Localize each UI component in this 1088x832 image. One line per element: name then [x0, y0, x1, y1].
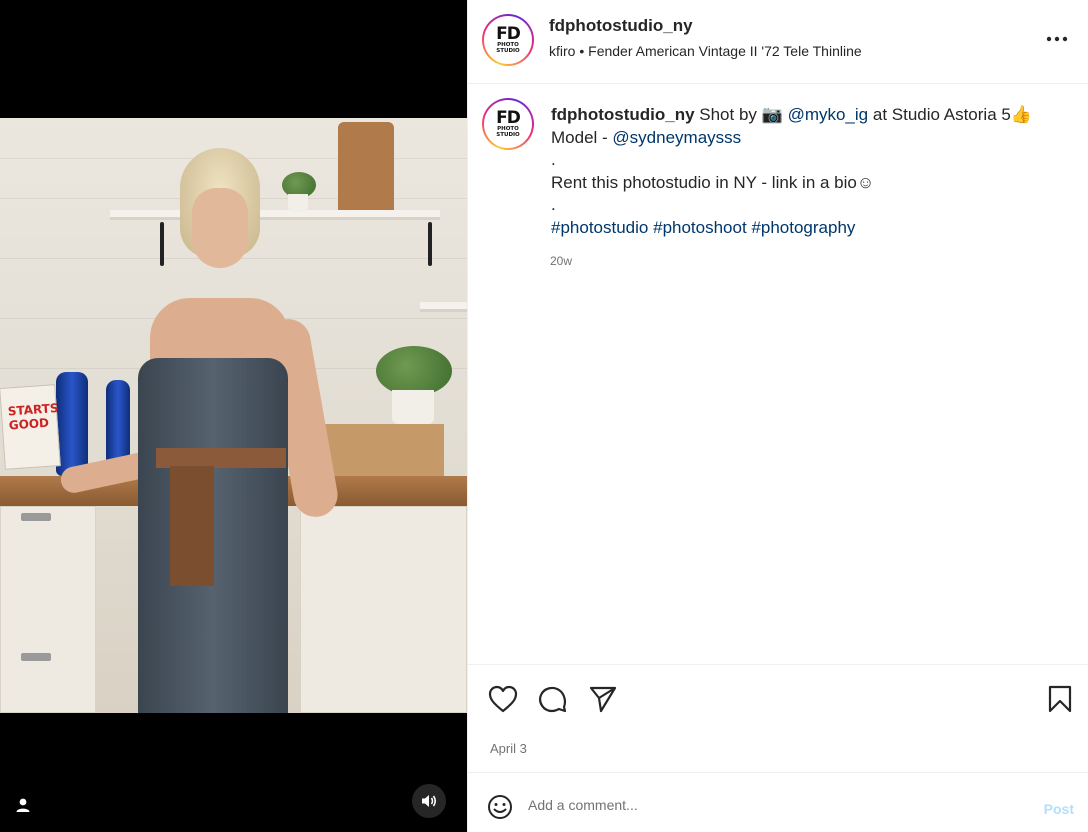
comment-button[interactable]	[537, 683, 569, 715]
comment-input[interactable]	[528, 791, 1028, 819]
header-username[interactable]: fdphotostudio_ny	[549, 16, 693, 36]
model-figure	[58, 148, 360, 713]
shelf-bracket	[428, 222, 432, 266]
save-button[interactable]	[1044, 683, 1076, 715]
post-date[interactable]: April 3	[490, 741, 527, 756]
comment-bar: Post	[468, 772, 1088, 832]
audio-separator: •	[579, 43, 585, 59]
plant-pot	[392, 390, 434, 424]
cookbook: STARTS GOOD	[0, 384, 61, 470]
cookbook-title: STARTS GOOD	[7, 400, 59, 433]
caption-avatar[interactable]: FD PHOTO STUDIO	[482, 98, 534, 150]
bookmark-icon	[1048, 685, 1072, 713]
instagram-post-modal: STARTS GOOD FD PHOTO STUDIO fdphotostudi…	[0, 0, 1088, 832]
heart-icon	[488, 685, 518, 713]
profile-avatar[interactable]: FD PHOTO STUDIO	[482, 14, 534, 66]
thumbs-up-emoji: 👍	[1010, 105, 1033, 124]
share-button[interactable]	[587, 683, 619, 715]
apron-pocket	[170, 466, 214, 586]
post-side-panel: FD PHOTO STUDIO fdphotostudio_ny kfiro •…	[467, 0, 1088, 832]
face	[192, 188, 248, 268]
mention-link[interactable]: @sydneymaysss	[612, 128, 741, 147]
send-icon	[589, 686, 617, 713]
like-button[interactable]	[487, 683, 519, 715]
more-options-button[interactable]	[1044, 26, 1070, 52]
avatar-logo-text: FD	[496, 107, 521, 128]
tagged-users-button[interactable]	[8, 790, 38, 820]
potted-plant	[376, 346, 452, 396]
wall-shelf	[420, 302, 467, 312]
smile-emoji: ☺	[856, 172, 875, 192]
smiley-icon	[488, 795, 512, 819]
avatar-logo: FD PHOTO STUDIO	[484, 16, 532, 64]
caption-text-1: Shot by	[699, 105, 757, 124]
mention-link[interactable]: @myko_ig	[788, 105, 869, 124]
apron-tie	[156, 448, 286, 468]
post-actions: April 3	[468, 664, 1088, 772]
post-header: FD PHOTO STUDIO fdphotostudio_ny kfiro •…	[468, 0, 1088, 84]
camera-emoji: 📷	[761, 105, 783, 124]
hashtag-link[interactable]: #photostudio	[551, 218, 648, 237]
speaker-icon	[422, 795, 437, 807]
caption-text-3: Model -	[551, 127, 608, 147]
caption-text-2: at Studio Astoria 5	[872, 105, 1011, 124]
cabinet-handle	[21, 653, 51, 661]
blue-bottle	[56, 372, 88, 476]
post-media[interactable]: STARTS GOOD	[0, 0, 467, 832]
caption-dot: .	[551, 150, 556, 169]
avatar-logo-subtext: PHOTO STUDIO	[496, 41, 520, 54]
caption-username[interactable]: fdphotostudio_ny	[551, 105, 695, 124]
hashtag-link[interactable]: #photoshoot	[653, 218, 747, 237]
caption-text: fdphotostudio_ny Shot by 📷 @myko_ig at S…	[551, 104, 1071, 239]
hashtag-link[interactable]: #photography	[751, 218, 855, 237]
person-icon	[16, 798, 30, 812]
caption-rent-line: Rent this photostudio in NY - link in a …	[551, 172, 857, 192]
avatar-logo: FD PHOTO STUDIO	[484, 100, 532, 148]
audio-artist[interactable]: kfiro	[549, 43, 575, 59]
emoji-picker-button[interactable]	[486, 793, 514, 821]
audio-track[interactable]: Fender American Vintage II '72 Tele Thin…	[588, 43, 862, 59]
comment-icon	[539, 686, 567, 713]
caption-timestamp[interactable]: 20w	[550, 254, 572, 268]
avatar-logo-text: FD	[496, 23, 521, 44]
avatar-logo-subtext: PHOTO STUDIO	[496, 125, 520, 138]
cabinet-handle	[21, 513, 51, 521]
more-dots-icon	[1046, 36, 1068, 42]
audio-info[interactable]: kfiro • Fender American Vintage II '72 T…	[549, 43, 862, 59]
audio-toggle-button[interactable]	[412, 784, 446, 818]
post-photo: STARTS GOOD	[0, 118, 467, 713]
caption-dot: .	[551, 195, 556, 214]
cabinet	[0, 506, 96, 713]
post-comment-button[interactable]: Post	[1044, 801, 1074, 817]
